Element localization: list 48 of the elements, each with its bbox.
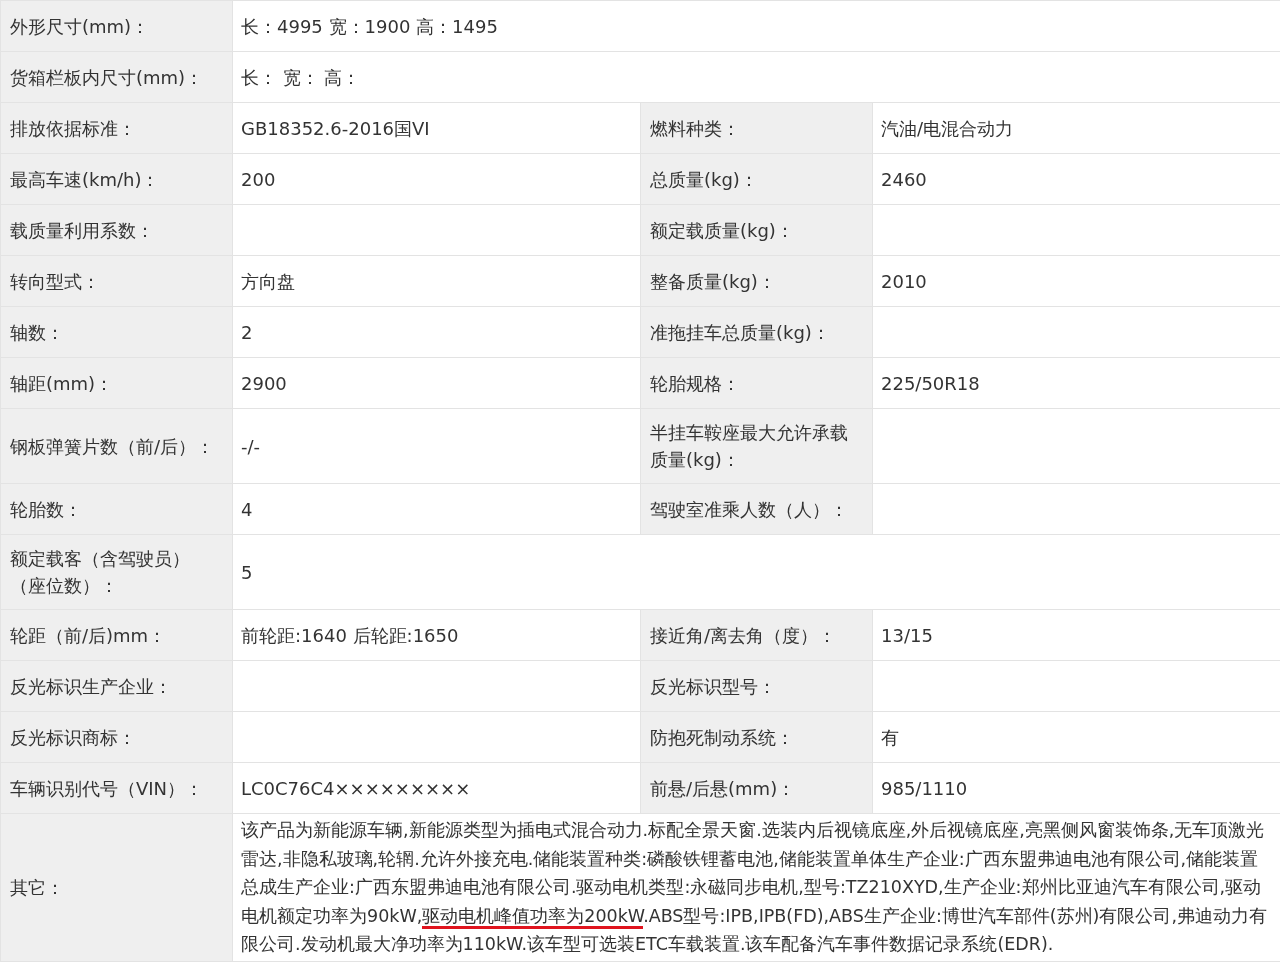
field-value: 4 — [241, 498, 253, 520]
field-value: 985/1110 — [881, 777, 968, 799]
field-label: 排放依据标准： — [10, 117, 136, 139]
field-label: 总质量(kg)： — [650, 168, 758, 190]
field-value: -/- — [241, 435, 261, 457]
field-value: 2460 — [881, 168, 927, 190]
field-label: 准拖挂车总质量(kg)： — [650, 321, 830, 343]
field-value: GB18352.6-2016国VI — [241, 117, 430, 139]
field-label: 货箱栏板内尺寸(mm)： — [10, 66, 204, 88]
field-value: 有 — [881, 726, 899, 748]
field-label: 整备质量(kg)： — [650, 270, 776, 292]
field-value: 方向盘 — [241, 270, 295, 292]
field-value: 汽油/电混合动力 — [881, 117, 1014, 139]
field-value: 200 — [241, 168, 276, 190]
field-label: 其它： — [10, 876, 64, 898]
field-label: 反光标识商标： — [10, 726, 136, 748]
field-label: 驾驶室准乘人数（人）： — [650, 498, 848, 520]
field-label: 反光标识生产企业： — [10, 675, 172, 697]
field-label: 车辆识别代号（VIN）： — [10, 777, 204, 799]
field-label: 轴数： — [10, 321, 64, 343]
field-label: 外形尺寸(mm)： — [10, 15, 150, 37]
field-label: 反光标识型号： — [650, 675, 776, 697]
field-label: 半挂车鞍座最大允许承载质量(kg)： — [650, 422, 848, 470]
field-label: 接近角/离去角（度）： — [650, 624, 837, 646]
field-label: 燃料种类： — [650, 117, 740, 139]
field-label: 防抱死制动系统： — [650, 726, 794, 748]
field-value: 225/50R18 — [881, 372, 980, 394]
field-label: 载质量利用系数： — [10, 219, 154, 241]
field-value: 长：4995 宽：1900 高：1495 — [241, 15, 498, 37]
field-label: 轴距(mm)： — [10, 372, 114, 394]
field-value: LC0C76C4××××××××× — [241, 777, 471, 799]
field-value: 2900 — [241, 372, 287, 394]
field-label: 轮胎规格： — [650, 372, 740, 394]
field-value: 前轮距:1640 后轮距:1650 — [241, 624, 459, 646]
field-value: 长： 宽： 高： — [241, 66, 361, 88]
field-label: 最高车速(km/h)： — [10, 168, 160, 190]
field-label: 钢板弹簧片数（前/后）： — [10, 435, 215, 457]
field-label: 额定载客（含驾驶员）（座位数）： — [10, 548, 190, 596]
remarks-text: 该产品为新能源车辆,新能源类型为插电式混合动力.标配全景天窗.选装内后视镜底座,外后视镜底座,亮黑侧风窗装饰条,无车顶激光雷达,非隐私玻璃,轮辋.允许外接充电.储能装置种类:磷酸铁锂蓄电池,储能装置单体生产企业:广西东盟弗迪电池有限公司,储能装置总成生产企业:广西东盟弗迪电池有限公司.驱动电机类型:永磁同步电机,型号:TZ210XYD,生产企业:郑州比亚迪汽车有限公司,驱动电机额定功率为90kW,驱动电机峰值功率为200kW.ABS型号:IPB,IPB(FD),ABS生产企业:博世汽车部件(苏州)有限公司,弗迪动力有限公司.发动机最大净功率为110kW.该车型可选装ETC车载装置.该车配备汽车事件数据记录系统(EDR). — [241, 819, 1268, 956]
field-value: 2010 — [881, 270, 927, 292]
field-label: 轮距（前/后)mm： — [10, 624, 167, 646]
field-value: 2 — [241, 321, 253, 343]
field-value: 5 — [241, 561, 253, 583]
field-value: 13/15 — [881, 624, 933, 646]
field-label: 轮胎数： — [10, 498, 82, 520]
field-label: 转向型式： — [10, 270, 100, 292]
field-label: 前悬/后悬(mm)： — [650, 777, 796, 799]
field-label: 额定载质量(kg)： — [650, 219, 794, 241]
